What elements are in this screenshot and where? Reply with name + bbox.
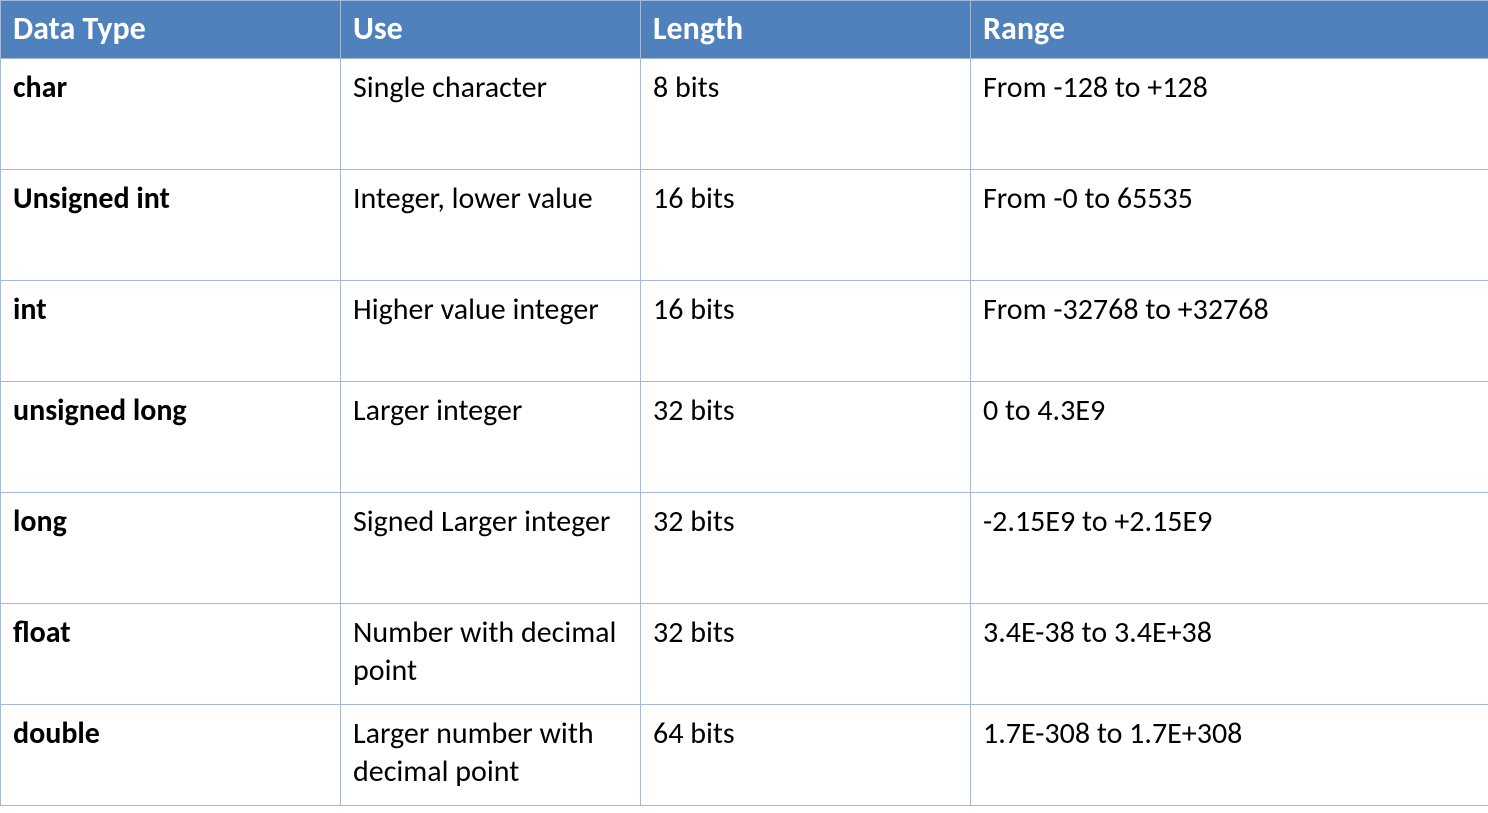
cell-use: Number with decimal point bbox=[341, 604, 641, 705]
cell-data-type: long bbox=[1, 493, 341, 604]
cell-use: Higher value integer bbox=[341, 281, 641, 382]
cell-use: Integer, lower value bbox=[341, 170, 641, 281]
cell-length: 64 bits bbox=[641, 705, 971, 806]
cell-range: 0 to 4.3E9 bbox=[971, 382, 1488, 493]
cell-use: Signed Larger integer bbox=[341, 493, 641, 604]
cell-data-type: Unsigned int bbox=[1, 170, 341, 281]
cell-range: 1.7E-308 to 1.7E+308 bbox=[971, 705, 1488, 806]
table-row: unsigned long Larger integer 32 bits 0 t… bbox=[1, 382, 1488, 493]
table-row: int Higher value integer 16 bits From -3… bbox=[1, 281, 1488, 382]
cell-length: 32 bits bbox=[641, 382, 971, 493]
cell-range: 3.4E-38 to 3.4E+38 bbox=[971, 604, 1488, 705]
header-length: Length bbox=[641, 1, 971, 59]
table-header-row: Data Type Use Length Range bbox=[1, 1, 1488, 59]
cell-length: 16 bits bbox=[641, 170, 971, 281]
cell-data-type: double bbox=[1, 705, 341, 806]
cell-range: -2.15E9 to +2.15E9 bbox=[971, 493, 1488, 604]
table-row: float Number with decimal point 32 bits … bbox=[1, 604, 1488, 705]
header-range: Range bbox=[971, 1, 1488, 59]
cell-data-type: char bbox=[1, 59, 341, 170]
cell-data-type: float bbox=[1, 604, 341, 705]
table-row: char Single character 8 bits From -128 t… bbox=[1, 59, 1488, 170]
cell-range: From -32768 to +32768 bbox=[971, 281, 1488, 382]
cell-use: Larger integer bbox=[341, 382, 641, 493]
cell-length: 32 bits bbox=[641, 493, 971, 604]
cell-data-type: unsigned long bbox=[1, 382, 341, 493]
cell-data-type: int bbox=[1, 281, 341, 382]
cell-length: 8 bits bbox=[641, 59, 971, 170]
table-row: long Signed Larger integer 32 bits -2.15… bbox=[1, 493, 1488, 604]
cell-use: Single character bbox=[341, 59, 641, 170]
table-row: Unsigned int Integer, lower value 16 bit… bbox=[1, 170, 1488, 281]
header-use: Use bbox=[341, 1, 641, 59]
cell-range: From -0 to 65535 bbox=[971, 170, 1488, 281]
table-row: double Larger number with decimal point … bbox=[1, 705, 1488, 806]
data-types-table: Data Type Use Length Range char Single c… bbox=[0, 0, 1488, 806]
cell-range: From -128 to +128 bbox=[971, 59, 1488, 170]
cell-use: Larger number with decimal point bbox=[341, 705, 641, 806]
cell-length: 16 bits bbox=[641, 281, 971, 382]
cell-length: 32 bits bbox=[641, 604, 971, 705]
header-data-type: Data Type bbox=[1, 1, 341, 59]
